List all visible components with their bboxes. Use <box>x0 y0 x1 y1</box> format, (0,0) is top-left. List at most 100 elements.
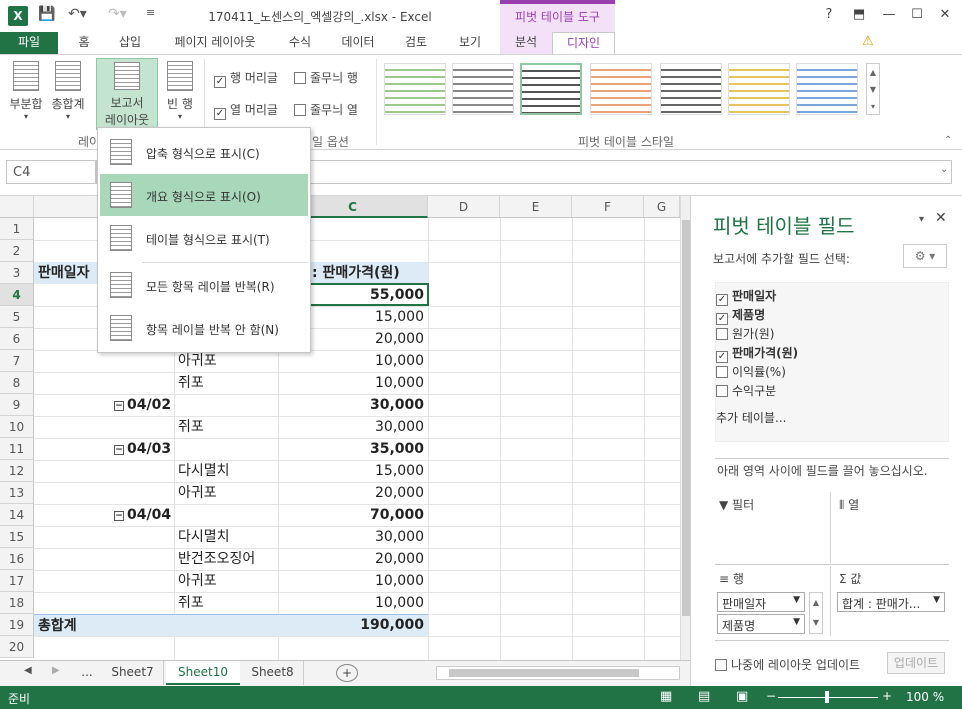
pivot-style-yellow[interactable] <box>728 63 790 115</box>
update-button[interactable]: 업데이트 <box>887 652 945 674</box>
sheet-tab[interactable]: Sheet7 <box>102 661 164 685</box>
pivot-item[interactable]: 아귀포 <box>178 350 217 372</box>
pivot-cell[interactable]: 10,000 <box>278 592 424 614</box>
more-tables-link[interactable]: 추가 테이블... <box>716 409 786 426</box>
pivot-group[interactable]: −04/02 <box>114 394 171 416</box>
more-sheets[interactable]: ... <box>74 661 100 685</box>
column-header-f[interactable]: F <box>572 196 644 218</box>
row-field-date[interactable]: 판매일자 ▼ <box>717 592 805 612</box>
tab-file[interactable]: 파일 <box>0 32 58 54</box>
tab-analyze[interactable]: 분석 <box>500 32 552 54</box>
pivot-value-header[interactable]: : 판매가격(원) <box>312 262 400 284</box>
value-field-sum[interactable]: 합계 : 판매가... ▼ <box>837 592 945 612</box>
field-checkbox[interactable]: 원가(원) <box>716 325 774 342</box>
rows-area[interactable]: ≡ 행 판매일자 ▼ 제품명 ▼ ▲ ▼ <box>715 566 831 636</box>
defer-update-checkbox[interactable]: 나중에 레이아웃 업데이트 <box>715 656 860 673</box>
pivot-cell[interactable]: 10,000 <box>278 372 424 394</box>
pivot-item[interactable]: 쥐포 <box>178 416 204 438</box>
add-sheet-button[interactable]: + <box>336 664 358 682</box>
row-header[interactable]: 17 <box>0 570 34 592</box>
column-header-g[interactable]: G <box>644 196 680 218</box>
row-field-product[interactable]: 제품명 ▼ <box>717 614 805 634</box>
pivot-cell[interactable]: 10,000 <box>278 350 424 372</box>
restore-button[interactable]: ☐ <box>902 4 932 26</box>
zoom-out-icon[interactable]: − <box>766 689 776 703</box>
horizontal-scrollbar[interactable] <box>436 666 680 680</box>
select-all-corner[interactable] <box>0 196 34 218</box>
row-header[interactable]: 6 <box>0 328 34 350</box>
banded-rows-checkbox[interactable]: 줄무늬 행 <box>294 69 358 86</box>
field-checkbox[interactable]: 이익률(%) <box>716 363 786 380</box>
normal-view-icon[interactable]: ▦ <box>660 689 672 704</box>
row-header[interactable]: 7 <box>0 350 34 372</box>
row-header[interactable]: 18 <box>0 592 34 614</box>
menu-item-repeat-labels[interactable]: 모든 항목 레이블 반복(R) <box>100 264 308 306</box>
tab-review[interactable]: 검토 <box>396 32 436 54</box>
pivot-item[interactable]: 아귀포 <box>178 570 217 592</box>
pivot-cell[interactable]: 30,000 <box>278 416 424 438</box>
page-break-view-icon[interactable]: ▣ <box>736 689 748 704</box>
collapse-icon[interactable]: − <box>114 511 124 521</box>
pivot-cell[interactable]: 30,000 <box>278 526 424 548</box>
pivot-item[interactable]: 아귀포 <box>178 482 217 504</box>
pivot-item[interactable]: 다시멸치 <box>178 460 230 482</box>
zoom-level[interactable]: 100 % <box>906 690 944 704</box>
blank-rows-button[interactable]: 빈 행 ▾ <box>162 61 198 131</box>
row-header[interactable]: 14 <box>0 504 34 526</box>
panel-close-icon[interactable]: ✕ <box>935 210 947 226</box>
scroll-left-icon[interactable]: ◀ <box>24 665 32 676</box>
tab-data[interactable]: 데이터 <box>334 32 382 54</box>
tab-view[interactable]: 보기 <box>450 32 490 54</box>
warning-icon[interactable]: ⚠ <box>862 34 874 49</box>
menu-item-no-repeat-labels[interactable]: 항목 레이블 반복 안 함(N) <box>100 307 308 349</box>
ribbon-display-icon[interactable]: ⬒ <box>844 4 874 26</box>
row-header[interactable]: 11 <box>0 438 34 460</box>
pivot-cell[interactable]: 20,000 <box>278 548 424 570</box>
zoom-slider-thumb[interactable] <box>825 691 829 703</box>
scroll-thumb[interactable] <box>682 220 690 616</box>
collapse-icon[interactable]: − <box>114 445 124 455</box>
pivot-group[interactable]: −04/03 <box>114 438 171 460</box>
pivot-item[interactable]: 쥐포 <box>178 372 204 394</box>
report-layout-button[interactable]: 보고서 레이아웃 <box>96 58 158 130</box>
tab-insert[interactable]: 삽입 <box>110 32 150 54</box>
field-checkbox[interactable]: ✓ 판매가격(원) <box>716 344 798 363</box>
help-button[interactable]: ? <box>814 4 844 26</box>
rows-scroll[interactable]: ▲ ▼ <box>809 592 823 634</box>
vertical-scrollbar[interactable] <box>680 196 690 660</box>
row-header[interactable]: 4 <box>0 284 34 306</box>
menu-item-outline[interactable]: 개요 형식으로 표시(O) <box>100 174 308 216</box>
filters-area[interactable]: ▼ 필터 <box>715 492 831 564</box>
field-checkbox[interactable]: 수익구분 <box>716 382 776 399</box>
sheet-tab[interactable]: Sheet8 <box>242 661 304 685</box>
pivot-style-green[interactable] <box>384 63 446 115</box>
field-checkbox[interactable]: ✓ 판매일자 <box>716 287 776 306</box>
tab-formulas[interactable]: 수식 <box>280 32 320 54</box>
pivot-cell[interactable]: 20,000 <box>278 482 424 504</box>
h-scroll-thumb[interactable] <box>449 669 639 677</box>
column-header-e[interactable]: E <box>500 196 572 218</box>
pivot-group[interactable]: −04/04 <box>114 504 171 526</box>
expand-formula-icon[interactable]: ⌄ <box>940 164 948 175</box>
row-headers-checkbox[interactable]: ✓ 행 머리글 <box>214 69 278 88</box>
row-header[interactable]: 20 <box>0 636 34 658</box>
scroll-right-icon[interactable]: ▶ <box>52 665 60 676</box>
sheet-tab-active[interactable]: Sheet10 <box>166 661 240 685</box>
pivot-style-selected[interactable] <box>520 63 582 115</box>
values-area[interactable]: Σ 값 합계 : 판매가... ▼ <box>835 566 949 636</box>
row-header[interactable]: 19 <box>0 614 34 636</box>
row-header[interactable]: 15 <box>0 526 34 548</box>
name-box[interactable]: C4 <box>6 160 96 184</box>
column-header-d[interactable]: D <box>428 196 500 218</box>
row-header[interactable]: 3 <box>0 262 34 284</box>
pivot-style-gray[interactable] <box>452 63 514 115</box>
pivot-cell[interactable]: 15,000 <box>278 460 424 482</box>
tab-page-layout[interactable]: 페이지 레이아웃 <box>162 32 268 54</box>
menu-item-compact[interactable]: 압축 형식으로 표시(C) <box>100 131 308 173</box>
row-header[interactable]: 1 <box>0 218 34 240</box>
menu-item-tabular[interactable]: 테이블 형식으로 표시(T) <box>100 217 308 259</box>
row-header[interactable]: 5 <box>0 306 34 328</box>
banded-cols-checkbox[interactable]: 줄무늬 열 <box>294 101 358 118</box>
row-header[interactable]: 10 <box>0 416 34 438</box>
close-button[interactable]: ✕ <box>930 4 960 26</box>
